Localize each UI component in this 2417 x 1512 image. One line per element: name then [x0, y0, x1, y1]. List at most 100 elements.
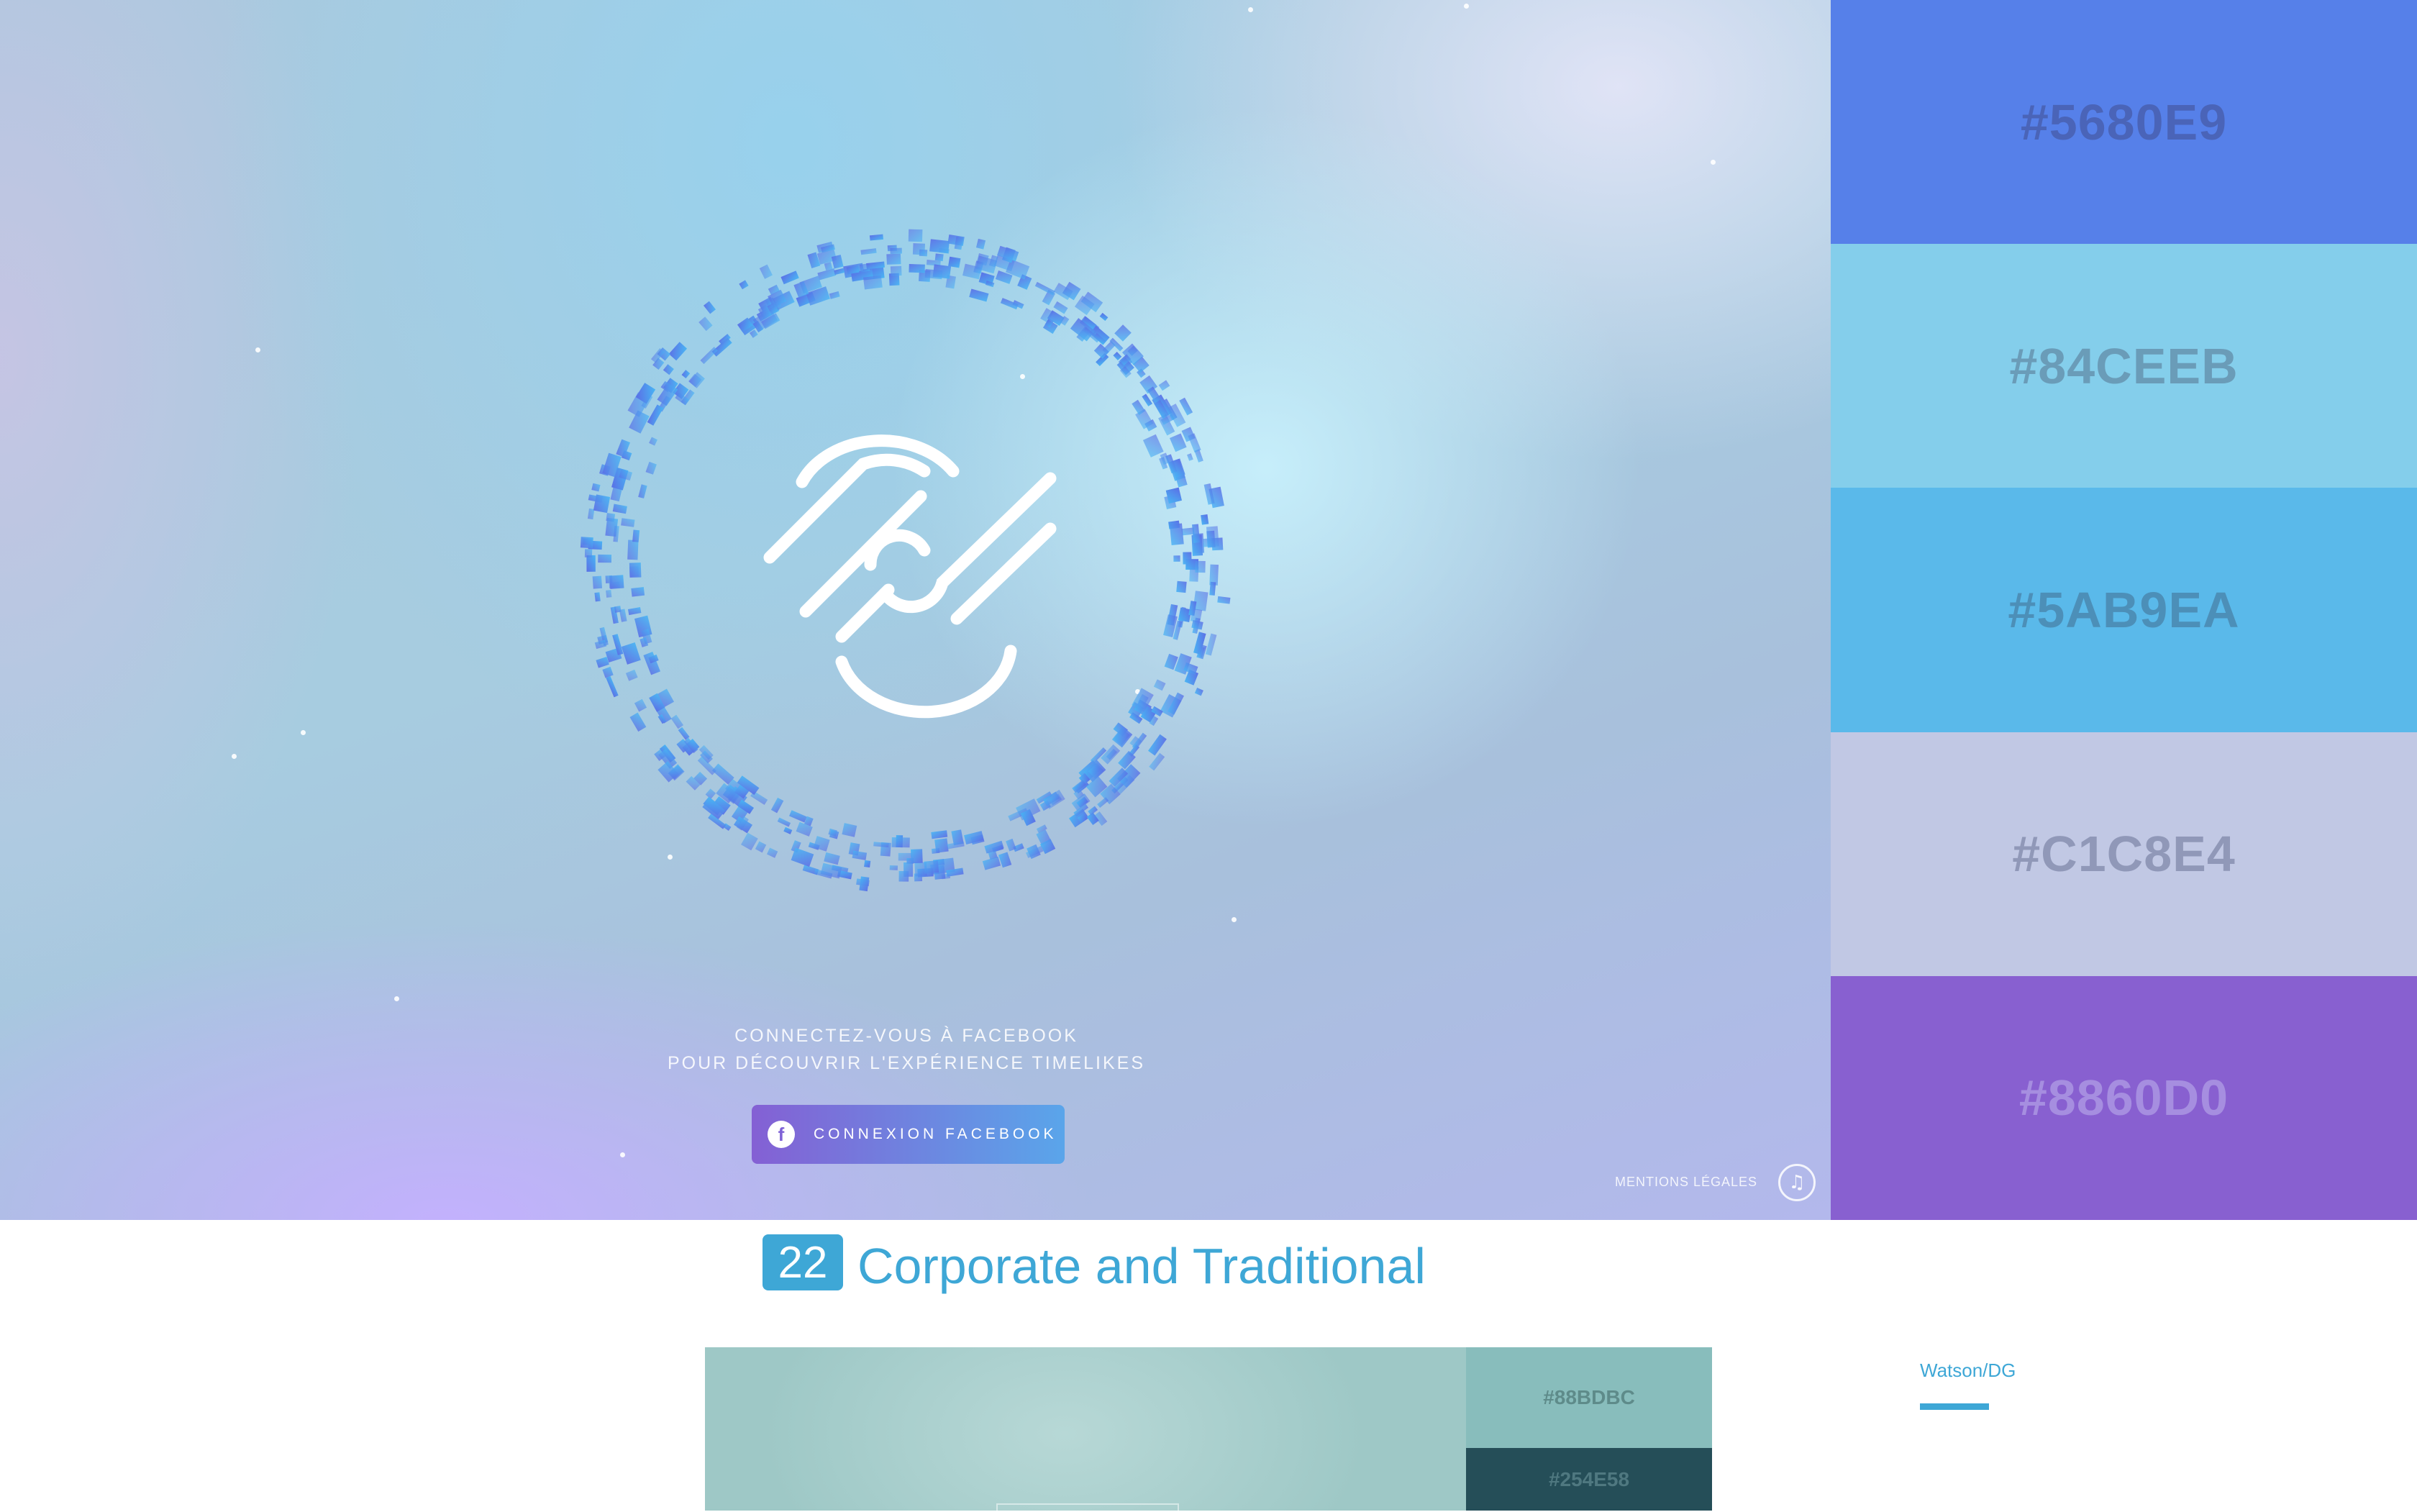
credit-link[interactable]: Watson/DG	[1920, 1360, 2016, 1382]
ring-fragment	[903, 862, 914, 877]
facebook-login-button[interactable]: f CONNEXION FACEBOOK	[752, 1105, 1065, 1164]
ring-fragment	[663, 364, 674, 375]
ring-fragment	[634, 698, 647, 712]
ring-fragment	[948, 256, 961, 268]
ring-fragment	[912, 243, 926, 255]
ring-fragment	[670, 714, 684, 729]
ring-fragment	[889, 865, 898, 870]
ring-fragment	[591, 483, 601, 492]
ring-fragment	[705, 788, 716, 799]
palette-swatch-hex: #8860D0	[2018, 1070, 2229, 1126]
ring-fragment	[741, 832, 758, 851]
ring-fragment	[598, 554, 612, 563]
ring-fragment	[886, 253, 901, 265]
ring-fragment	[668, 342, 688, 361]
preview-swatch-1: #88BDBC	[1466, 1347, 1712, 1448]
ring-fragment	[1187, 453, 1193, 461]
ring-fragment	[594, 592, 601, 602]
star-dot	[255, 347, 260, 352]
ring-fragment	[629, 712, 647, 732]
palette-swatch-hex: #C1C8E4	[2012, 826, 2236, 883]
ring-fragment	[1053, 301, 1068, 314]
ring-fragment	[1195, 560, 1206, 573]
ring-fragment	[688, 372, 705, 388]
ring-fragment	[783, 826, 793, 834]
ring-fragment	[587, 508, 595, 520]
ring-fragment	[627, 606, 642, 616]
ring-fragment	[1153, 679, 1166, 691]
ring-fragment	[789, 810, 807, 823]
ring-fragment	[766, 847, 778, 858]
ring-fragment	[1173, 555, 1180, 562]
legal-notice-link[interactable]: MENTIONS LÉGALES	[1615, 1175, 1757, 1190]
ring-fragment	[908, 229, 923, 242]
ring-fragment	[625, 669, 638, 681]
ring-fragment	[1194, 688, 1203, 696]
ring-fragment	[1147, 734, 1167, 756]
ring-fragment	[609, 575, 624, 589]
next-example-preview	[705, 1347, 1466, 1511]
star-dot	[394, 996, 399, 1001]
ring-fragment	[594, 639, 607, 650]
preview-swatch-2: #254E58	[1466, 1448, 1712, 1511]
ring-fragment	[842, 823, 857, 837]
ring-fragment	[975, 238, 986, 250]
ring-fragment	[931, 847, 940, 854]
palette-swatch-hex: #5AB9EA	[2008, 581, 2240, 638]
login-prompt-line-2: POUR DÉCOUVRIR L'EXPÉRIENCE TIMELIKES	[667, 1053, 1146, 1073]
ring-fragment	[602, 666, 614, 678]
ring-fragment	[739, 280, 749, 290]
login-prompt-line-1: CONNECTEZ-VOUS À FACEBOOK	[734, 1026, 1078, 1046]
ring-fragment	[678, 727, 690, 740]
star-dot	[1248, 7, 1253, 12]
ring-fragment	[890, 265, 902, 276]
ring-fragment	[777, 817, 791, 827]
ring-fragment	[612, 504, 627, 514]
ring-fragment	[586, 555, 596, 572]
music-toggle-button[interactable]: ♫	[1778, 1164, 1816, 1201]
ring-fragment	[1114, 324, 1132, 342]
ring-fragment	[824, 852, 840, 865]
ring-fragment	[924, 860, 939, 874]
ring-fragment	[890, 247, 902, 255]
ring-fragment	[755, 841, 767, 853]
facebook-icon: f	[768, 1121, 795, 1148]
ring-fragment	[614, 606, 622, 613]
ring-fragment	[829, 291, 840, 299]
ring-fragment	[649, 437, 657, 446]
ring-fragment	[698, 316, 713, 332]
ring-fragment	[632, 529, 640, 542]
ring-fragment	[631, 587, 645, 597]
ring-fragment	[1217, 596, 1231, 604]
ring-fragment	[1101, 744, 1121, 765]
ring-fragment	[1206, 530, 1216, 548]
ring-fragment	[645, 461, 657, 475]
ring-fragment	[924, 268, 943, 280]
ring-fragment	[1183, 552, 1192, 565]
ring-fragment	[621, 642, 641, 665]
ring-fragment	[862, 275, 883, 290]
ring-fragment	[606, 590, 612, 598]
ring-fragment	[638, 484, 647, 498]
ring-fragment	[627, 539, 639, 560]
music-note-icon: ♫	[1788, 1172, 1806, 1193]
ring-fragment	[973, 260, 984, 274]
ring-fragment	[864, 860, 871, 867]
ring-fragment	[770, 797, 784, 814]
ring-fragment	[580, 537, 593, 549]
palette-swatch: #84CEEB	[1831, 244, 2417, 488]
ring-fragment	[647, 404, 664, 426]
palette-swatch-hex: #84CEEB	[2009, 337, 2239, 394]
ring-fragment	[681, 370, 691, 378]
ring-fragment	[700, 347, 718, 365]
ring-fragment	[860, 248, 877, 255]
ring-fragment	[873, 842, 889, 848]
palette-swatch: #8860D0	[1831, 975, 2417, 1220]
ring-fragment	[934, 253, 944, 262]
ring-fragment	[1176, 580, 1187, 593]
ring-fragment	[859, 876, 870, 892]
star-dot	[1711, 160, 1716, 165]
section-number-badge: 22	[763, 1234, 843, 1290]
ring-fragment	[629, 563, 642, 578]
ring-fragment	[584, 549, 593, 558]
